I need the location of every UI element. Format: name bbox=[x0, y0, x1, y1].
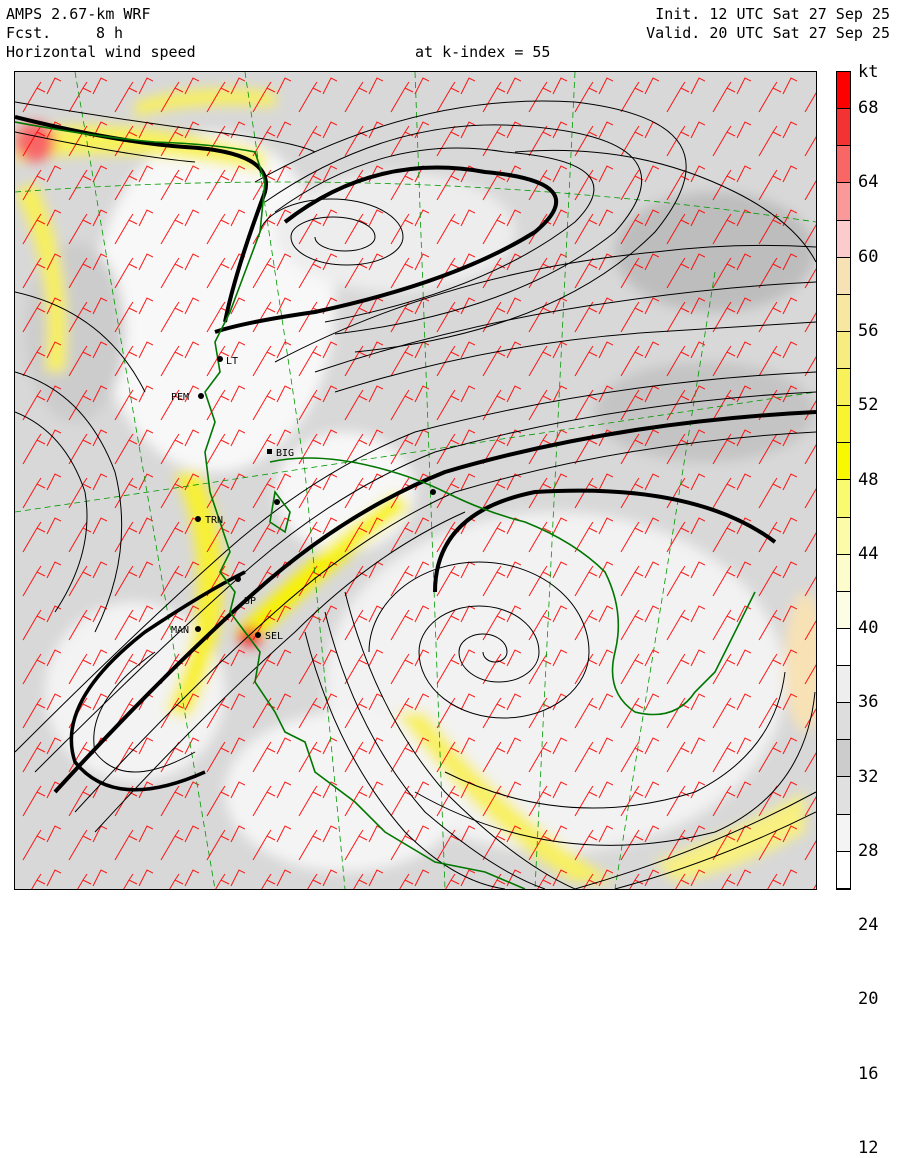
colorbar-segment bbox=[837, 591, 850, 629]
valid-time: Valid. 20 UTC Sat 27 Sep 25 bbox=[646, 24, 890, 42]
colorbar-segment bbox=[837, 628, 850, 666]
colorbar-tick-label: 32 bbox=[858, 766, 879, 787]
station-marker bbox=[274, 499, 280, 505]
colorbar-segment bbox=[837, 777, 850, 815]
colorbar-segment bbox=[837, 851, 850, 889]
colorbar-tick-label: 20 bbox=[858, 989, 879, 1010]
colorbar-segment bbox=[837, 480, 850, 518]
svg-text:LT: LT bbox=[226, 356, 238, 367]
station-marker bbox=[430, 489, 436, 495]
field-name: Horizontal wind speed bbox=[6, 43, 196, 61]
colorbar-tick-label: 64 bbox=[858, 172, 879, 193]
svg-text:TRN: TRN bbox=[205, 515, 223, 526]
svg-text:SEL: SEL bbox=[265, 631, 283, 642]
colorbar-segment bbox=[837, 666, 850, 704]
colorbar-segment bbox=[837, 257, 850, 295]
colorbar-segment bbox=[837, 109, 850, 147]
colorbar-segment bbox=[837, 740, 850, 778]
colorbar-tick-label: 44 bbox=[858, 543, 879, 564]
colorbar-unit: kt bbox=[858, 62, 879, 82]
colorbar-tick-label: 36 bbox=[858, 692, 879, 713]
svg-text:BIG: BIG bbox=[276, 448, 294, 459]
colorbar-segment bbox=[837, 146, 850, 184]
forecast-label: Fcst. bbox=[6, 24, 52, 42]
colorbar-tick-label: 28 bbox=[858, 840, 879, 861]
colorbar bbox=[836, 71, 851, 890]
forecast-hour: 8 h bbox=[96, 24, 124, 42]
colorbar-segment bbox=[837, 72, 850, 110]
colorbar-tick-label: 52 bbox=[858, 395, 879, 416]
colorbar-segment bbox=[837, 703, 850, 741]
colorbar-tick-label: 60 bbox=[858, 246, 879, 267]
colorbar-tick-label: 48 bbox=[858, 469, 879, 490]
colorbar-segment bbox=[837, 554, 850, 592]
wind-speed-map: PEM BIG TRN MAN SEL UP LT bbox=[14, 71, 817, 890]
colorbar-tick-label: 12 bbox=[858, 1137, 879, 1158]
colorbar-tick-label: 56 bbox=[858, 320, 879, 341]
colorbar-segment bbox=[837, 294, 850, 332]
colorbar-tick-label: 40 bbox=[858, 618, 879, 639]
colorbar-segment bbox=[837, 369, 850, 407]
vertical-level: at k-index = 55 bbox=[415, 43, 551, 61]
svg-text:MAN: MAN bbox=[171, 625, 189, 636]
colorbar-tick-label: 68 bbox=[858, 98, 879, 119]
colorbar-tick-label: 24 bbox=[858, 915, 879, 936]
map-canvas: PEM BIG TRN MAN SEL UP LT bbox=[15, 72, 816, 889]
colorbar-segment bbox=[837, 183, 850, 221]
colorbar-segment bbox=[837, 814, 850, 852]
colorbar-segment bbox=[837, 443, 850, 481]
colorbar-segment bbox=[837, 220, 850, 258]
colorbar-segment bbox=[837, 406, 850, 444]
colorbar-segment bbox=[837, 331, 850, 369]
svg-text:PEM: PEM bbox=[171, 392, 189, 403]
colorbar-tick-label: 16 bbox=[858, 1063, 879, 1084]
init-time: Init. 12 UTC Sat 27 Sep 25 bbox=[655, 5, 890, 23]
colorbar-segment bbox=[837, 517, 850, 555]
model-title: AMPS 2.67-km WRF bbox=[6, 5, 151, 23]
wind-barbs bbox=[15, 72, 816, 889]
svg-text:UP: UP bbox=[244, 596, 256, 607]
